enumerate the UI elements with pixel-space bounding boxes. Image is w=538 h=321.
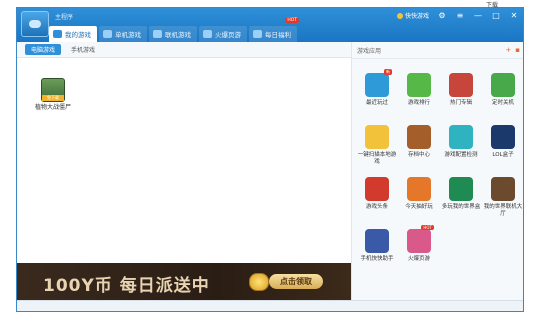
news-icon — [365, 177, 389, 201]
app-item[interactable]: 我的世界联机大厅 — [482, 177, 523, 229]
grass-block-icon — [491, 177, 515, 201]
minimize-button[interactable]: — — [473, 11, 483, 20]
app-name: 主程序 — [55, 14, 74, 21]
app-label: 手机快快助手 — [360, 256, 394, 262]
app-item[interactable]: 今天抽好玩 — [398, 177, 440, 229]
app-label: 存档中心 — [407, 152, 430, 158]
app-label: LOL盒子 — [492, 152, 514, 158]
kuaikuai-link[interactable]: 快快游戏 — [396, 11, 429, 20]
app-label: 热门专辑 — [449, 100, 472, 106]
coin-icon — [249, 273, 269, 291]
web-game-icon — [203, 30, 212, 38]
app-label: 最近玩过 — [365, 100, 388, 106]
app-item[interactable]: HOT 火爆页游 — [398, 225, 440, 281]
app-item[interactable]: 游戏排行 — [398, 73, 440, 125]
app-label: 游戏头条 — [365, 204, 388, 210]
online-game-icon — [153, 30, 162, 38]
pickaxe-icon — [449, 177, 473, 201]
subtab-pc-games[interactable]: 电脑游戏 — [25, 44, 62, 55]
game-title: 植物大战僵尸 — [35, 104, 72, 111]
status-bar — [17, 300, 523, 311]
folder-scan-icon — [365, 125, 389, 149]
app-logo-icon — [21, 11, 49, 37]
subtab-mobile-games[interactable]: 手机游戏 — [65, 44, 101, 55]
window-controls: 快快游戏 ⚙ ≡ — □ ✕ — [396, 11, 519, 20]
tab-my-games[interactable]: 我的游戏 — [49, 26, 97, 42]
first-aid-icon — [449, 125, 473, 149]
app-badge: 新 — [384, 69, 392, 75]
maximize-button[interactable]: □ — [491, 11, 501, 20]
app-item[interactable]: 定时关机 — [482, 73, 523, 125]
app-label: 火爆页游 — [407, 256, 430, 262]
sub-tabs: 电脑游戏 手机游戏 — [17, 42, 351, 58]
promo-banner[interactable]: 100Y币 每日派送中 点击领取 — [17, 263, 351, 300]
app-item[interactable]: 游戏头条 — [356, 177, 398, 229]
album-icon — [449, 73, 473, 97]
app-badge: HOT — [421, 225, 434, 230]
app-label: 一键扫描本地游戏 — [357, 152, 397, 165]
hot-badge: HOT — [285, 18, 299, 23]
tab-single-player[interactable]: 单机游戏 — [99, 26, 147, 42]
menu-button[interactable]: ≡ — [455, 11, 465, 20]
title-bar[interactable]: 主程序 我的游戏 单机游戏 联机游戏 火爆页游 每日福利 HOT 快快游戏 ⚙ ≡… — [17, 8, 523, 42]
app-item[interactable]: 多玩我的世界盒 — [440, 177, 482, 229]
app-label: 游戏排行 — [407, 100, 430, 106]
rank-icon — [407, 73, 431, 97]
game-tile[interactable]: 免下载 植物大战僵尸 — [35, 78, 71, 111]
gift-icon — [253, 30, 262, 38]
chest-icon — [407, 125, 431, 149]
no-download-badge: 免下载 — [42, 95, 64, 101]
close-button[interactable]: ✕ — [509, 11, 519, 20]
app-label: 定时关机 — [491, 100, 514, 106]
app-item[interactable]: 游戏配置检测 — [440, 125, 482, 177]
tab-web-games[interactable]: 火爆页游 — [199, 26, 247, 42]
game-thumbnail: 免下载 — [41, 78, 65, 102]
app-item[interactable]: 手机快快助手 — [356, 229, 398, 281]
main-window: 主程序 我的游戏 单机游戏 联机游戏 火爆页游 每日福利 HOT 快快游戏 ⚙ ≡… — [16, 7, 524, 312]
add-icon[interactable]: + — [505, 46, 511, 54]
clock-icon — [491, 73, 515, 97]
app-item[interactable]: 一键扫描本地游戏 — [356, 125, 398, 177]
game-list-area: 免下载 植物大战僵尸 — [17, 58, 351, 263]
recent-icon — [365, 73, 389, 97]
page-game-icon — [407, 229, 431, 253]
app-panel-header: 游戏应用 + ▪ — [352, 42, 523, 59]
app-item[interactable]: 新最近玩过 — [356, 69, 398, 125]
app-item[interactable]: LOL盒子 — [482, 125, 523, 177]
app-grid: 新最近玩过 游戏排行 热门专辑 定时关机 一键扫描本地游戏 存档中心 游戏配置检测 LOL盒子… — [352, 59, 523, 281]
king-icon — [365, 229, 389, 253]
app-panel: 游戏应用 + ▪ 新最近玩过 游戏排行 热门专辑 定时关机 一键扫描本地游戏 存档中心 游戏配… — [351, 42, 523, 300]
banner-text: 100Y币 每日派送中 — [43, 276, 210, 296]
tv-icon — [407, 177, 431, 201]
app-label: 今天抽好玩 — [405, 204, 433, 210]
tab-daily-welfare[interactable]: 每日福利 HOT — [249, 18, 299, 42]
settings-button[interactable]: ⚙ — [437, 11, 447, 20]
claim-button[interactable]: 点击领取 — [269, 274, 323, 289]
app-label: 多玩我的世界盒 — [441, 204, 481, 210]
kuaikuai-icon — [396, 12, 403, 19]
app-item[interactable]: 存档中心 — [398, 125, 440, 177]
trash-icon[interactable]: ▪ — [515, 46, 520, 54]
app-label: 我的世界联机大厅 — [483, 204, 523, 217]
tab-online-games[interactable]: 联机游戏 — [149, 26, 197, 42]
app-label: 游戏配置检测 — [444, 152, 478, 158]
app-item[interactable]: 热门专辑 — [440, 73, 482, 125]
outside-download-label: 下载 — [486, 2, 499, 9]
main-tabs: 我的游戏 单机游戏 联机游戏 火爆页游 每日福利 HOT — [49, 18, 299, 42]
lol-icon — [491, 125, 515, 149]
app-panel-title: 游戏应用 — [357, 47, 382, 55]
gamepad-icon — [53, 30, 62, 38]
single-game-icon — [103, 30, 112, 38]
